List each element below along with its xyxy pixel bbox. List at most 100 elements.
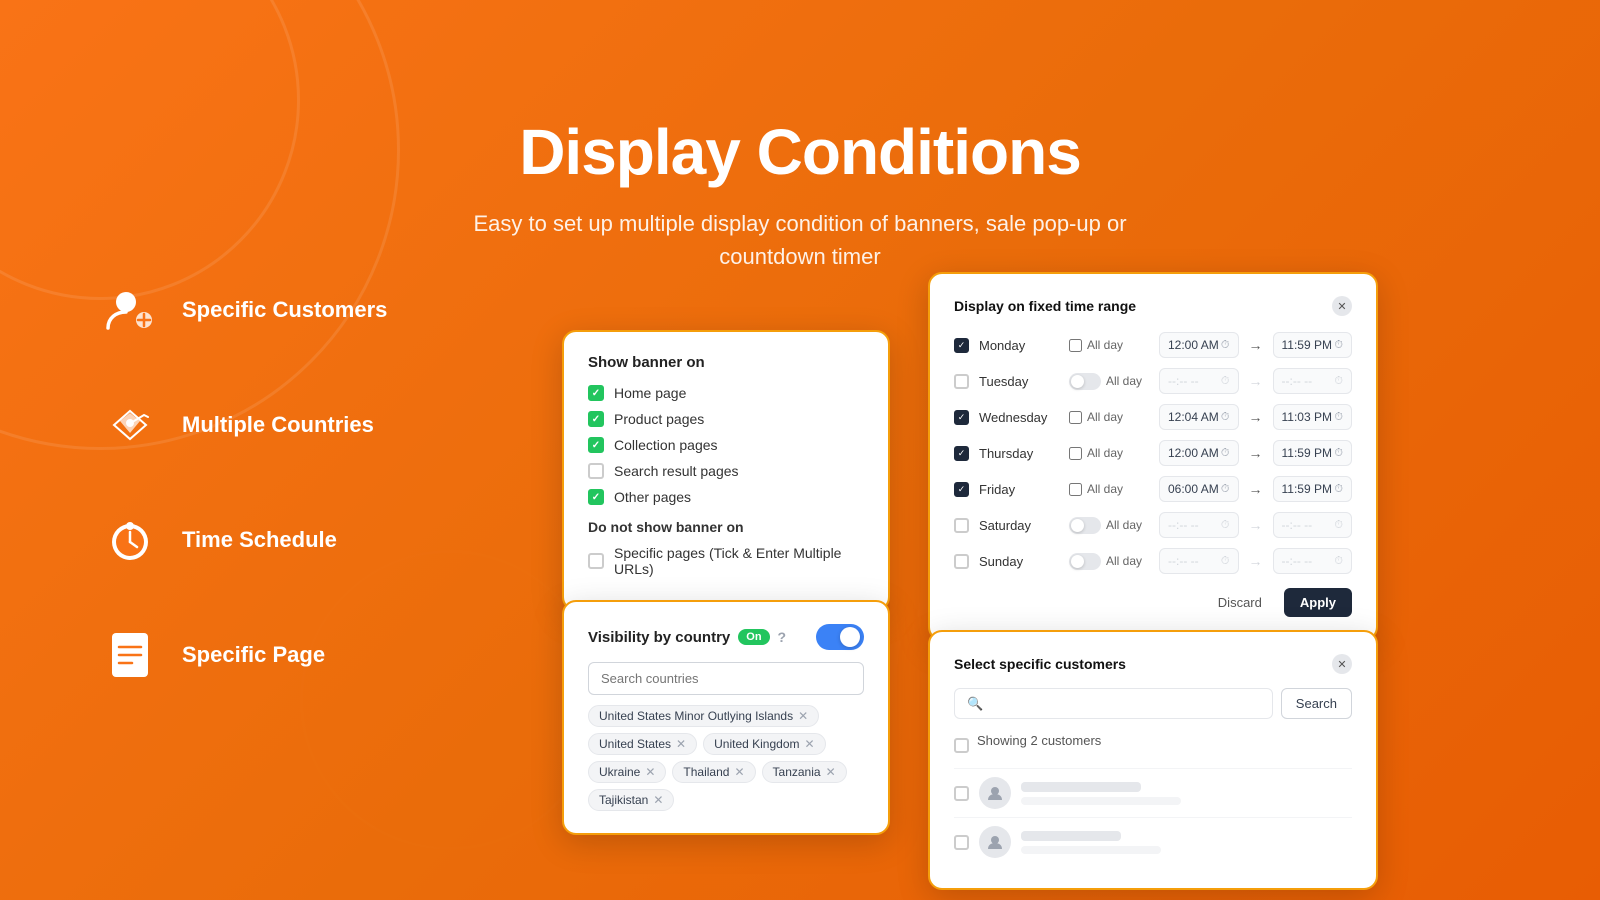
time-card-title: Display on fixed time range [954,298,1136,314]
other-pages-label: Other pages [614,489,691,505]
tag-tanzania-label: Tanzania [773,765,821,779]
monday-allday[interactable]: All day [1069,338,1149,352]
monday-row: Monday All day 12:00 AM⏱ → 11:59 PM⏱ [954,332,1352,358]
thursday-start[interactable]: 12:00 AM⏱ [1159,440,1239,466]
customer-2-email [1021,846,1161,854]
time-schedule-label: Time Schedule [182,527,337,553]
customer-1-avatar [979,777,1011,809]
monday-start[interactable]: 12:00 AM⏱ [1159,332,1239,358]
banner-other-pages-row[interactable]: Other pages [588,489,864,505]
search-countries-input[interactable] [588,662,864,695]
multiple-countries-label: Multiple Countries [182,412,374,438]
wednesday-allday-label: All day [1087,410,1123,424]
tuesday-toggle[interactable] [1069,373,1101,390]
banner-product-pages-row[interactable]: Product pages [588,411,864,427]
monday-allday-check[interactable] [1069,339,1082,352]
tuesday-checkbox[interactable] [954,374,969,389]
tuesday-label: Tuesday [979,374,1059,389]
tag-uk-remove[interactable]: ✕ [805,737,815,751]
specific-pages-label: Specific pages (Tick & Enter Multiple UR… [614,545,864,577]
customers-title: Select specific customers [954,656,1126,672]
saturday-checkbox[interactable] [954,518,969,533]
saturday-start: --:-- --⏱ [1159,512,1239,538]
tag-ukraine-remove[interactable]: ✕ [645,765,655,779]
specific-customers-icon [100,280,160,340]
friday-allday[interactable]: All day [1069,482,1149,496]
collection-pages-checkbox[interactable] [588,437,604,453]
search-result-pages-label: Search result pages [614,463,739,479]
friday-start[interactable]: 06:00 AM⏱ [1159,476,1239,502]
customer-1-name [1021,782,1141,792]
tag-thailand[interactable]: Thailand ✕ [672,761,755,783]
tag-us-minor-label: United States Minor Outlying Islands [599,709,793,723]
thursday-end[interactable]: 11:59 PM⏱ [1273,440,1353,466]
specific-customers-label: Specific Customers [182,297,387,323]
saturday-toggle[interactable] [1069,517,1101,534]
saturday-row: Saturday All day --:-- --⏱ → --:-- --⏱ [954,512,1352,538]
friday-allday-check[interactable] [1069,483,1082,496]
visibility-toggle[interactable] [816,624,864,650]
sunday-checkbox[interactable] [954,554,969,569]
monday-end[interactable]: 11:59 PM⏱ [1273,332,1353,358]
tag-tanzania[interactable]: Tanzania ✕ [762,761,847,783]
tag-thailand-remove[interactable]: ✕ [734,765,744,779]
tag-us-remove[interactable]: ✕ [676,737,686,751]
saturday-allday[interactable]: All day [1069,517,1149,534]
banner-collection-pages-row[interactable]: Collection pages [588,437,864,453]
sunday-row: Sunday All day --:-- --⏱ → --:-- --⏱ [954,548,1352,574]
specific-page-label: Specific Page [182,642,325,668]
tag-us-minor-remove[interactable]: ✕ [798,709,808,723]
discard-button[interactable]: Discard [1206,589,1274,616]
sunday-allday[interactable]: All day [1069,553,1149,570]
select-all-checkbox[interactable] [954,738,969,753]
sunday-allday-label: All day [1106,554,1142,568]
home-page-checkbox[interactable] [588,385,604,401]
customers-close[interactable]: ✕ [1332,654,1352,674]
apply-button[interactable]: Apply [1284,588,1352,617]
tag-tanzania-remove[interactable]: ✕ [826,765,836,779]
tuesday-start: --:-- --⏱ [1159,368,1239,394]
customer-search-input[interactable] [954,688,1273,719]
wednesday-checkbox[interactable] [954,410,969,425]
tag-uk-label: United Kingdom [714,737,799,751]
tuesday-row: Tuesday All day --:-- --⏱ → --:-- --⏱ [954,368,1352,394]
monday-checkbox[interactable] [954,338,969,353]
feature-multiple-countries: Multiple Countries [100,395,387,455]
wednesday-end[interactable]: 11:03 PM⏱ [1273,404,1353,430]
wednesday-allday-check[interactable] [1069,411,1082,424]
banner-home-page-row[interactable]: Home page [588,385,864,401]
customer-2-avatar [979,826,1011,858]
thursday-allday[interactable]: All day [1069,446,1149,460]
saturday-end: --:-- --⏱ [1273,512,1353,538]
thursday-checkbox[interactable] [954,446,969,461]
friday-end[interactable]: 11:59 PM⏱ [1273,476,1353,502]
other-pages-checkbox[interactable] [588,489,604,505]
wednesday-allday[interactable]: All day [1069,410,1149,424]
time-card-close[interactable]: ✕ [1332,296,1352,316]
specific-pages-checkbox[interactable] [588,553,604,569]
tag-tajikistan-remove[interactable]: ✕ [653,793,663,807]
page-title: Display Conditions [0,55,1600,189]
tag-tajikistan[interactable]: Tajikistan ✕ [588,789,674,811]
product-pages-checkbox[interactable] [588,411,604,427]
customer-row-1 [954,768,1352,817]
wednesday-start[interactable]: 12:04 AM⏱ [1159,404,1239,430]
thursday-allday-check[interactable] [1069,447,1082,460]
customer-1-checkbox[interactable] [954,786,969,801]
banner-search-result-pages-row[interactable]: Search result pages [588,463,864,479]
customer-search-button[interactable]: Search [1281,688,1352,719]
customer-2-checkbox[interactable] [954,835,969,850]
friday-checkbox[interactable] [954,482,969,497]
tag-uk[interactable]: United Kingdom ✕ [703,733,825,755]
info-icon[interactable]: ? [778,629,787,645]
tuesday-arrow: → [1249,373,1263,389]
features-list: Specific Customers Multiple Countries Ti [100,280,387,685]
search-result-pages-checkbox[interactable] [588,463,604,479]
specific-pages-row[interactable]: Specific pages (Tick & Enter Multiple UR… [588,545,864,577]
tag-ukraine[interactable]: Ukraine ✕ [588,761,666,783]
tag-us[interactable]: United States ✕ [588,733,697,755]
friday-label: Friday [979,482,1059,497]
tuesday-allday[interactable]: All day [1069,373,1149,390]
sunday-toggle[interactable] [1069,553,1101,570]
tag-us-minor[interactable]: United States Minor Outlying Islands ✕ [588,705,819,727]
